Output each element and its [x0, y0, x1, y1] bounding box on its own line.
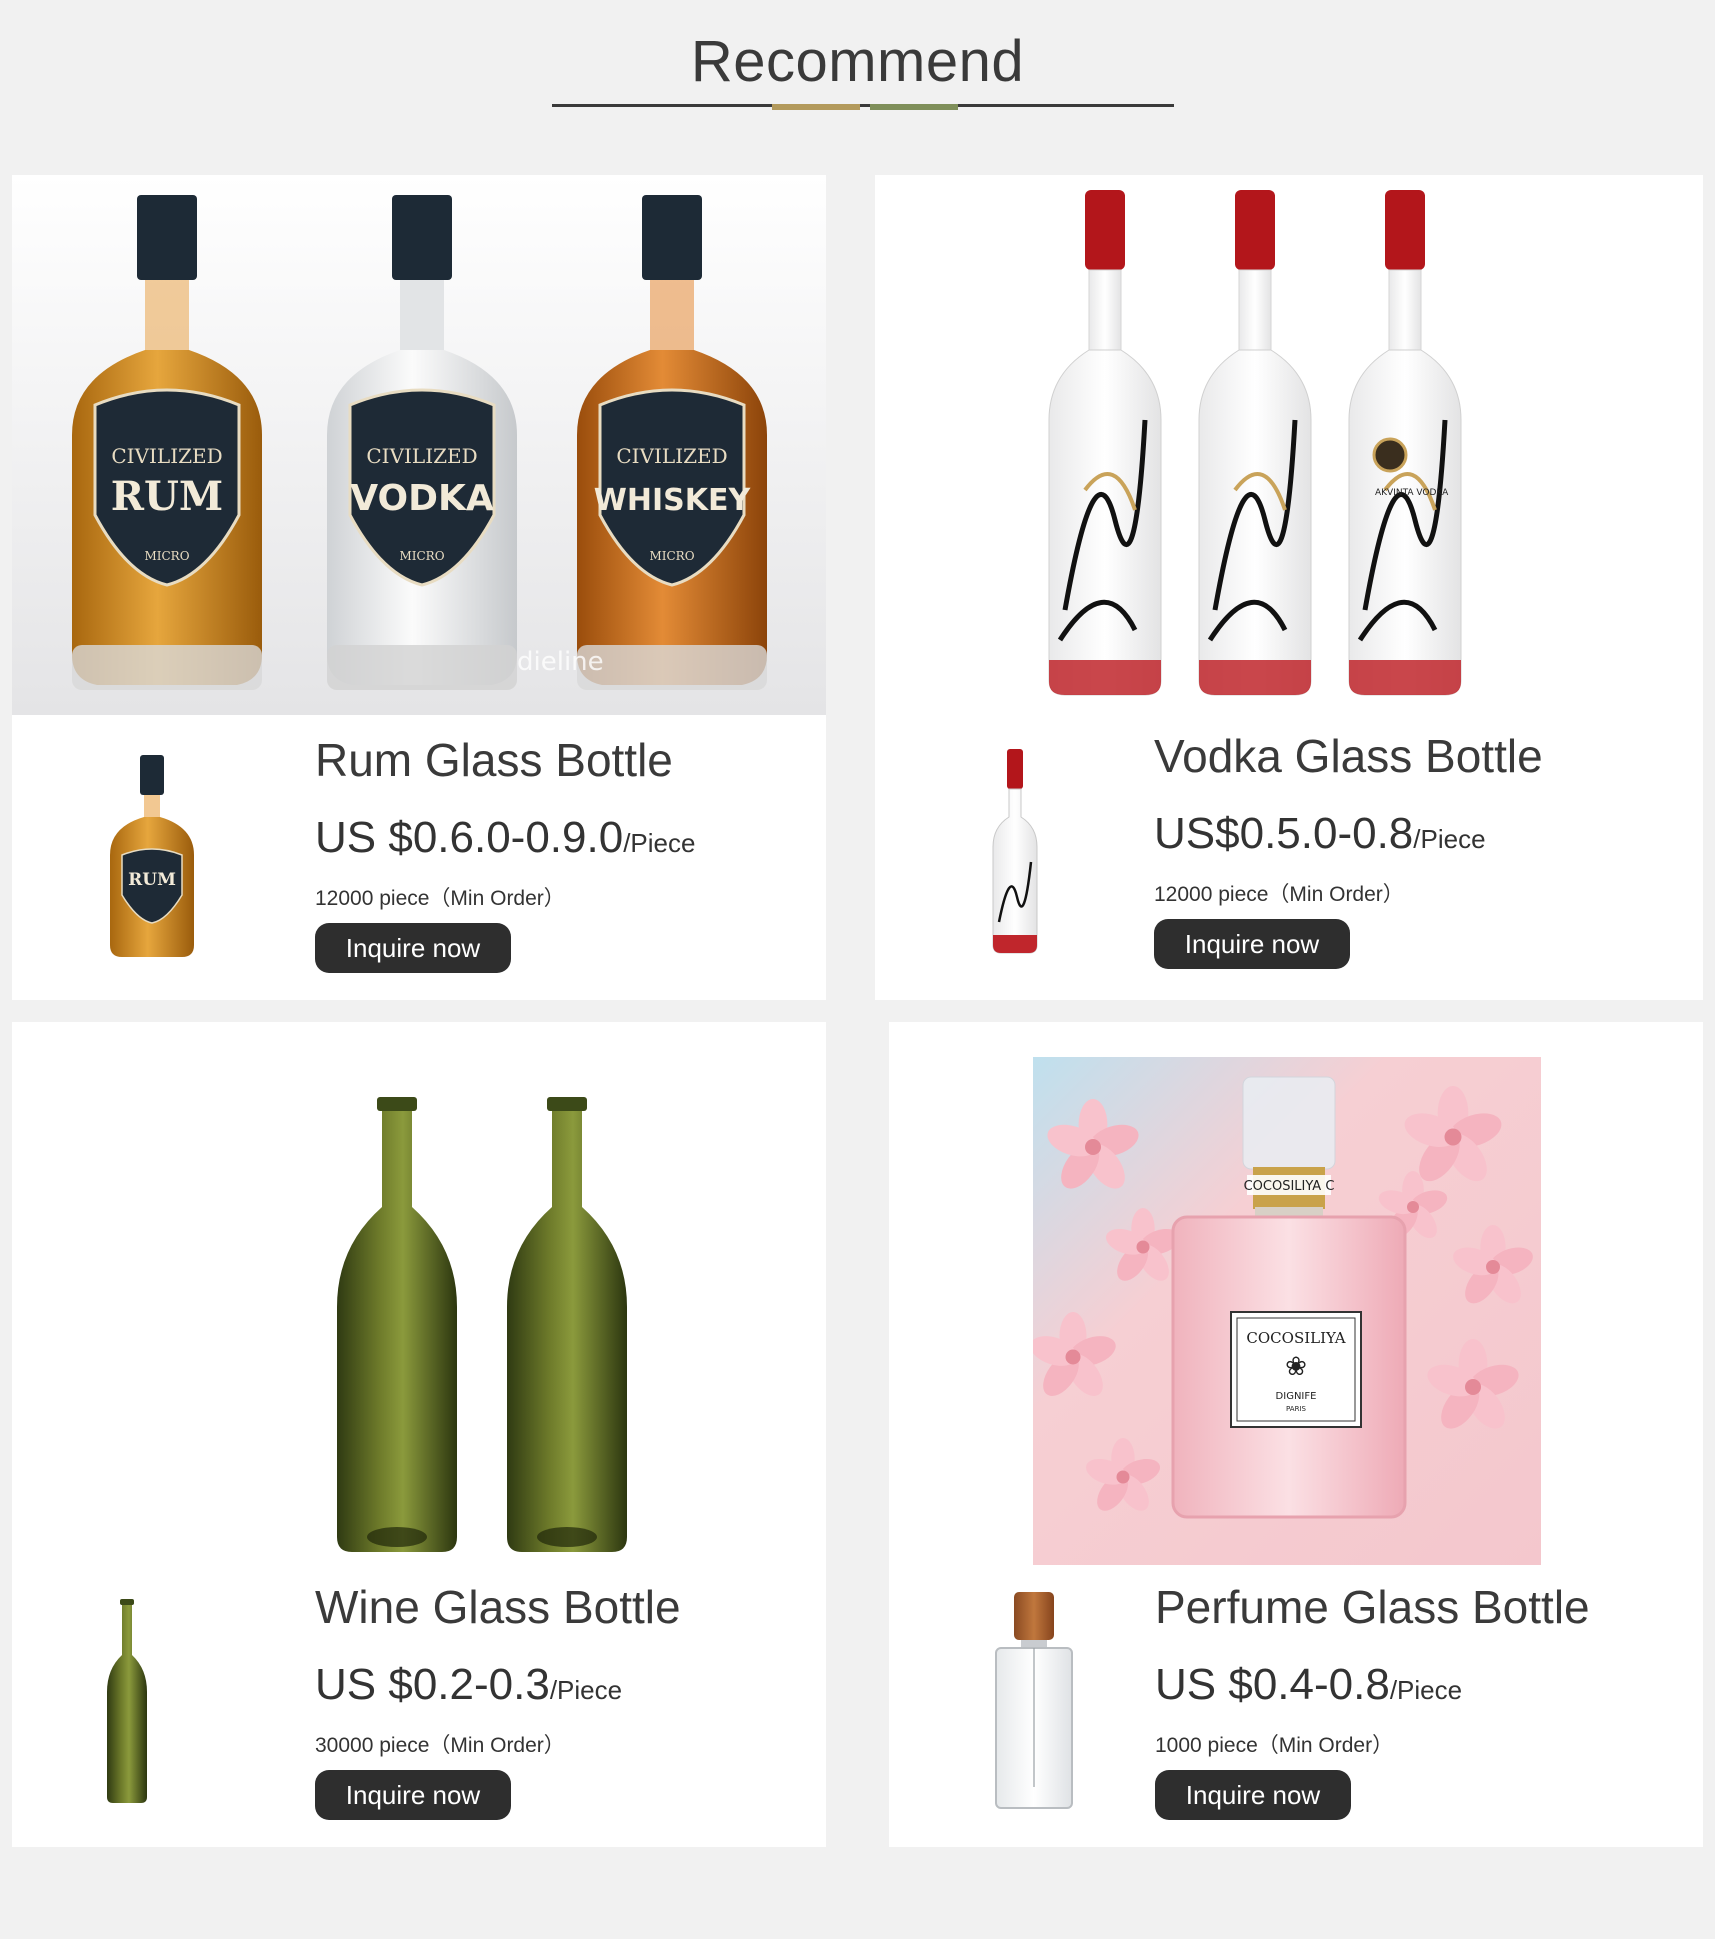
svg-text:WHISKEY: WHISKEY — [594, 483, 752, 518]
rum-thumbnail: RUM — [110, 755, 194, 957]
svg-text:❀: ❀ — [1285, 1352, 1307, 1382]
product-card-vodka[interactable]: AKVINTA VODKA Vodka Glass Bottle US$0.5.… — [875, 175, 1703, 1000]
price-unit: /Piece — [549, 1675, 623, 1705]
svg-text:RUM: RUM — [111, 473, 223, 520]
price-value: US $0.6.0-0.9.0 — [315, 813, 624, 862]
svg-text:CIVILIZED: CIVILIZED — [616, 444, 727, 468]
title-divider-left — [552, 104, 772, 107]
svg-text:CIVILIZED: CIVILIZED — [111, 444, 222, 468]
product-name[interactable]: Rum Glass Bottle — [315, 733, 673, 787]
min-order: 12000 piece（Min Order） — [1154, 883, 1404, 906]
price-value: US$0.5.0-0.8 — [1154, 809, 1414, 858]
svg-text:DIGNIFE: DIGNIFE — [1276, 1391, 1317, 1402]
perfume-hero-image: COCOSILIYA C COCOSILIYA ❀ DIGNIFE PARIS — [1033, 1057, 1541, 1565]
svg-text:COCOSILIYA: COCOSILIYA — [1246, 1329, 1345, 1347]
product-card-rum[interactable]: CIVILIZED RUM MICRO CIVILIZED VODKA MICR… — [12, 175, 826, 1000]
min-order: 1000 piece（Min Order） — [1155, 1734, 1394, 1757]
min-order: 30000 piece（Min Order） — [315, 1734, 565, 1757]
wine-thumbnail — [107, 1599, 147, 1803]
svg-text:VODKA: VODKA — [350, 478, 494, 519]
product-price: US $0.4-0.8/Piece — [1155, 1660, 1462, 1710]
title-divider-right — [958, 104, 1174, 107]
svg-text:MICRO: MICRO — [649, 549, 694, 563]
perfume-thumbnail — [995, 1592, 1073, 1809]
price-value: US $0.4-0.8 — [1155, 1660, 1390, 1709]
svg-text:PARIS: PARIS — [1286, 1405, 1306, 1413]
price-value: US $0.2-0.3 — [315, 1660, 550, 1709]
product-card-perfume[interactable]: COCOSILIYA C COCOSILIYA ❀ DIGNIFE PARIS … — [889, 1022, 1703, 1847]
svg-text:MICRO: MICRO — [144, 549, 189, 563]
product-name[interactable]: Vodka Glass Bottle — [1154, 729, 1543, 783]
section-header: Recommend — [0, 0, 1715, 120]
vodka-hero-image: AKVINTA VODKA — [1045, 190, 1475, 715]
product-price: US $0.2-0.3/Piece — [315, 1660, 622, 1710]
svg-text:dieline: dieline — [517, 647, 604, 677]
product-card-wine[interactable]: Wine Glass Bottle US $0.2-0.3/Piece 3000… — [12, 1022, 826, 1847]
section-title: Recommend — [690, 29, 1025, 94]
inquire-now-button[interactable]: Inquire now — [315, 923, 511, 973]
product-name[interactable]: Perfume Glass Bottle — [1155, 1580, 1590, 1634]
min-order: 12000 piece（Min Order） — [315, 887, 565, 910]
price-unit: /Piece — [1389, 1675, 1463, 1705]
svg-text:MICRO: MICRO — [399, 549, 444, 563]
vodka-thumbnail — [992, 749, 1038, 954]
inquire-now-button[interactable]: Inquire now — [315, 1770, 511, 1820]
product-name[interactable]: Wine Glass Bottle — [315, 1580, 681, 1634]
product-price: US $0.6.0-0.9.0/Piece — [315, 813, 695, 863]
title-divider-mid — [860, 104, 870, 107]
svg-text:RUM: RUM — [128, 870, 176, 890]
title-accent-green — [870, 104, 958, 110]
inquire-now-button[interactable]: Inquire now — [1154, 919, 1350, 969]
svg-text:AKVINTA VODKA: AKVINTA VODKA — [1375, 488, 1449, 498]
rum-hero-image: CIVILIZED RUM MICRO CIVILIZED VODKA MICR… — [12, 175, 826, 715]
svg-text:COCOSILIYA C: COCOSILIYA C — [1244, 1179, 1335, 1194]
svg-text:CIVILIZED: CIVILIZED — [366, 444, 477, 468]
title-accent-gold — [772, 104, 860, 110]
price-unit: /Piece — [1413, 824, 1486, 854]
inquire-now-button[interactable]: Inquire now — [1155, 1770, 1351, 1820]
wine-hero-image — [337, 1097, 627, 1552]
price-unit: /Piece — [623, 828, 696, 858]
product-price: US$0.5.0-0.8/Piece — [1154, 809, 1486, 859]
